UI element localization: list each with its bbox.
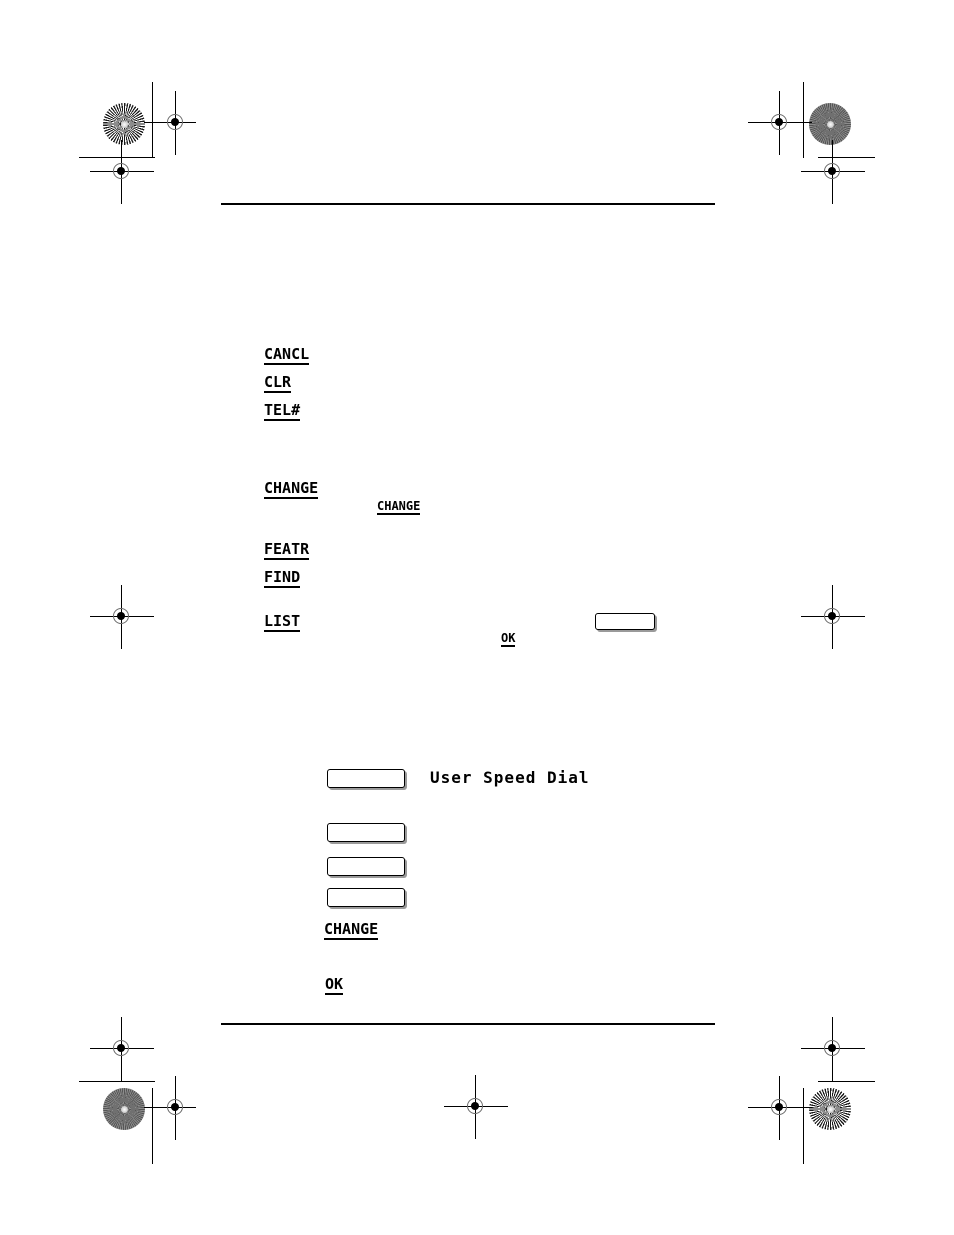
scanned-manual-page: CANCL CLR TEL# CHANGE CHANGE FEATR FIND … (0, 0, 954, 1235)
header-rule (221, 203, 715, 205)
crosshair-dot (171, 118, 179, 126)
softkey-ok-upper[interactable]: OK (501, 632, 516, 647)
trim-line-bottom-right-horizontal (818, 1081, 875, 1082)
softkey-tel-number[interactable]: TEL# (264, 403, 301, 421)
crosshair-dot (171, 1103, 179, 1111)
registration-crosshair-right-middle (801, 585, 865, 649)
registration-crosshair-bottom-right-inner (748, 1076, 812, 1140)
registration-crosshair-bottom-left-outer (90, 1017, 154, 1081)
crosshair-dot (117, 612, 125, 620)
crosshair-dot (775, 1103, 783, 1111)
star-target-bottom-left (103, 1088, 145, 1130)
display-key-box-1[interactable] (327, 823, 405, 842)
registration-crosshair-top-left-outer (90, 140, 154, 204)
star-target-hub (826, 1105, 834, 1113)
registration-crosshair-top-right-outer (801, 140, 865, 204)
softkey-change-inline[interactable]: CHANGE (377, 500, 421, 515)
softkey-cancl[interactable]: CANCL (264, 347, 310, 365)
registration-crosshair-bottom-left-inner (144, 1076, 208, 1140)
star-target-top-left (103, 103, 145, 145)
crosshair-dot (828, 612, 836, 620)
crosshair-dot (117, 1044, 125, 1052)
display-key-box-speed-dial[interactable] (327, 769, 405, 788)
crosshair-dot (117, 167, 125, 175)
crosshair-dot (775, 118, 783, 126)
crosshair-dot (471, 1102, 479, 1110)
star-target-hub (120, 120, 128, 128)
display-key-box-2[interactable] (327, 857, 405, 876)
softkey-clr[interactable]: CLR (264, 375, 292, 393)
star-target-top-right (809, 103, 851, 145)
softkey-change-lower[interactable]: CHANGE (324, 922, 379, 940)
crosshair-dot (828, 1044, 836, 1052)
star-target-bottom-right (809, 1088, 851, 1130)
registration-crosshair-bottom-center (444, 1075, 508, 1139)
softkey-list[interactable]: LIST (264, 614, 301, 632)
display-key-box-upper[interactable] (595, 613, 655, 630)
softkey-featr[interactable]: FEATR (264, 542, 310, 560)
registration-crosshair-bottom-right-outer (801, 1017, 865, 1081)
registration-crosshair-left-middle (90, 585, 154, 649)
footer-rule (221, 1023, 715, 1025)
softkey-find[interactable]: FIND (264, 570, 301, 588)
display-key-box-3[interactable] (327, 888, 405, 907)
crosshair-dot (828, 167, 836, 175)
star-target-hub (120, 1105, 128, 1113)
softkey-ok-lower[interactable]: OK (325, 977, 344, 995)
softkey-change-primary[interactable]: CHANGE (264, 481, 319, 499)
display-text-user-speed-dial: User Speed Dial (430, 768, 590, 787)
star-target-hub (826, 120, 834, 128)
